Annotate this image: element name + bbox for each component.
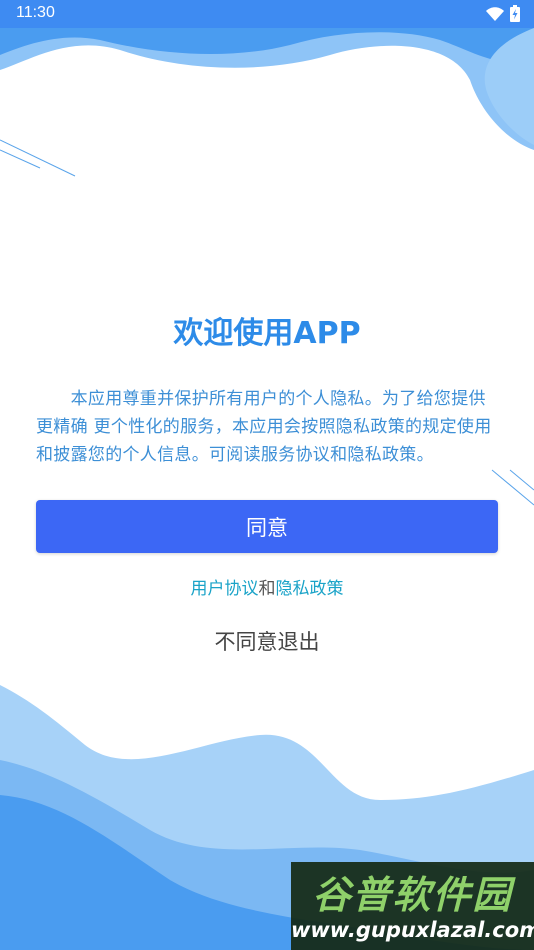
agreement-links: 用户协议和隐私政策 [0, 574, 534, 599]
deco-line-3 [491, 469, 534, 506]
deco-line-4 [509, 469, 534, 491]
background-waves [0, 28, 534, 950]
status-bar: 11:30 [0, 0, 534, 28]
deco-line-2 [0, 149, 41, 169]
privacy-description: 本应用尊重并保护所有用户的个人隐私。为了给您提供更精确 更个性化的服务，本应用会… [36, 389, 492, 465]
and-text: 和 [258, 579, 276, 599]
status-time: 11:30 [16, 4, 55, 21]
deco-line-1 [0, 139, 76, 177]
battery-charging-icon [510, 5, 520, 22]
user-agreement-link[interactable]: 用户协议 [191, 579, 259, 599]
agree-button[interactable]: 同意 [36, 500, 498, 553]
site-watermark: 谷普软件园 www.gupuxlazal.com [291, 862, 534, 950]
disagree-exit-button[interactable]: 不同意退出 [0, 626, 534, 656]
privacy-policy-link[interactable]: 隐私政策 [276, 579, 344, 599]
watermark-url: www.gupuxlazal.com [291, 918, 534, 942]
status-icons [486, 5, 520, 22]
dialog-title: 欢迎使用APP [173, 316, 361, 351]
watermark-name: 谷普软件园 [312, 873, 513, 917]
wifi-icon [486, 6, 504, 21]
